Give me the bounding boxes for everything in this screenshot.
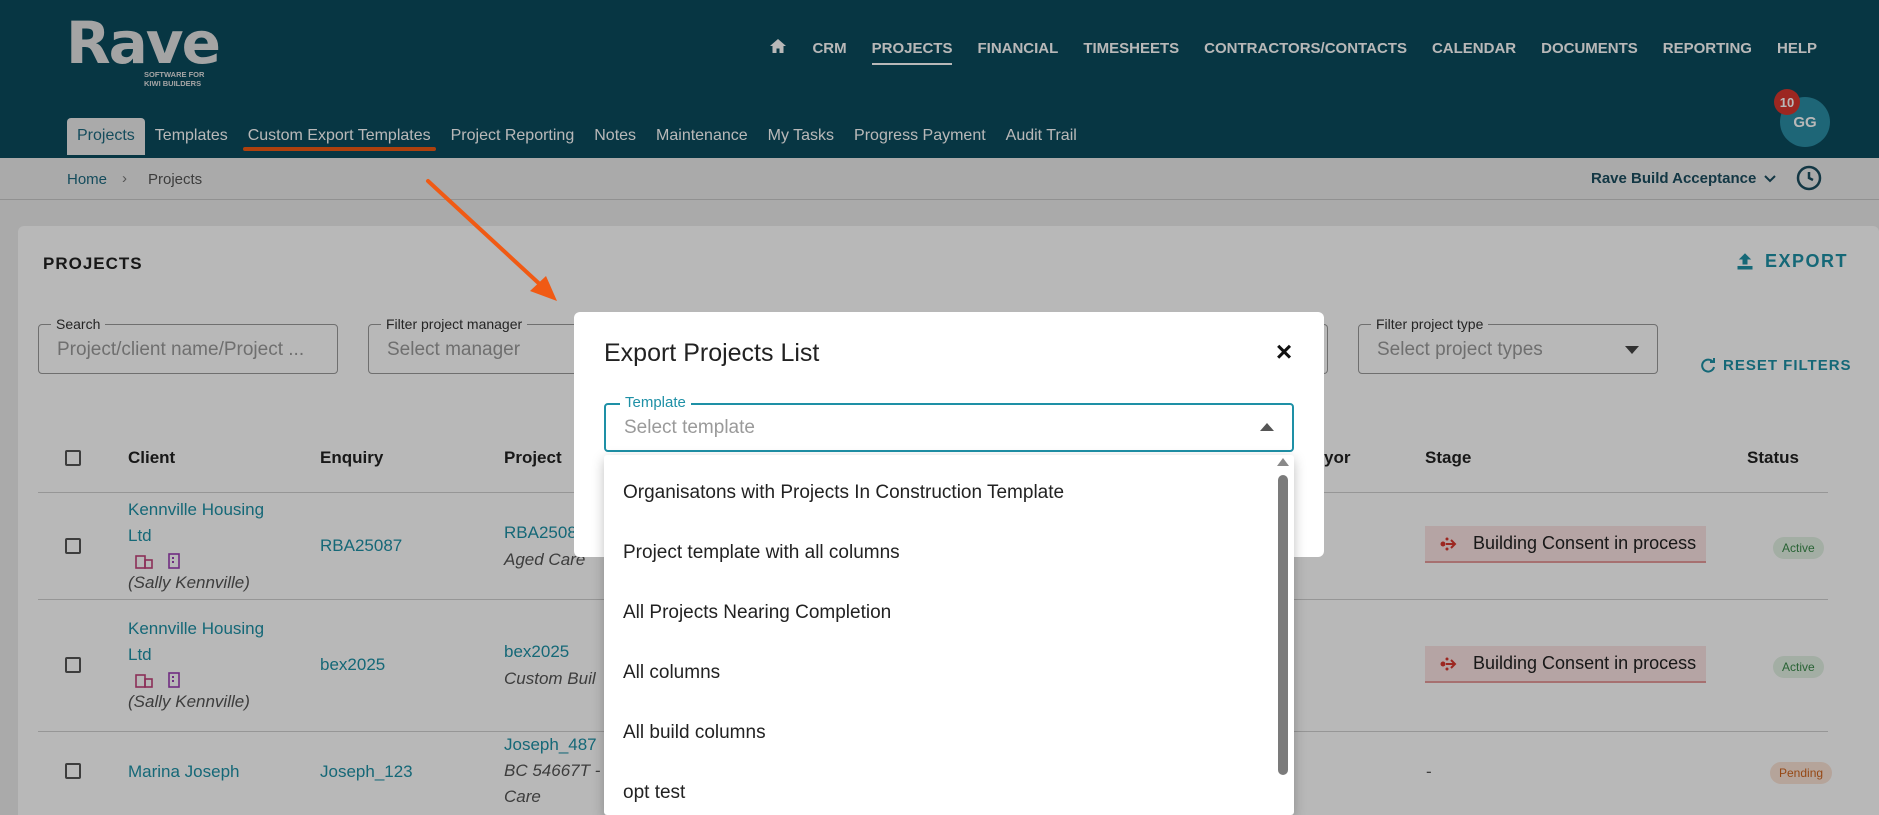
template-option[interactable]: All Projects Nearing Completion	[623, 602, 891, 624]
template-option[interactable]: All build columns	[623, 722, 766, 744]
scroll-up-icon[interactable]	[1277, 458, 1289, 466]
template-placeholder: Select template	[624, 417, 755, 438]
template-option[interactable]: opt test	[623, 782, 685, 804]
template-label: Template	[620, 394, 691, 411]
template-option[interactable]: Project template with all columns	[623, 542, 900, 564]
modal-title: Export Projects List	[604, 339, 820, 367]
dropdown-scrollbar[interactable]	[1278, 475, 1288, 775]
template-option[interactable]: All columns	[623, 662, 720, 684]
template-select[interactable]: Template Select template	[604, 394, 1294, 452]
template-dropdown-list: Organisatons with Projects In Constructi…	[604, 455, 1294, 815]
caret-up-icon	[1260, 423, 1274, 431]
template-option[interactable]: Organisatons with Projects In Constructi…	[623, 482, 1064, 504]
close-icon[interactable]: ×	[1271, 338, 1297, 366]
